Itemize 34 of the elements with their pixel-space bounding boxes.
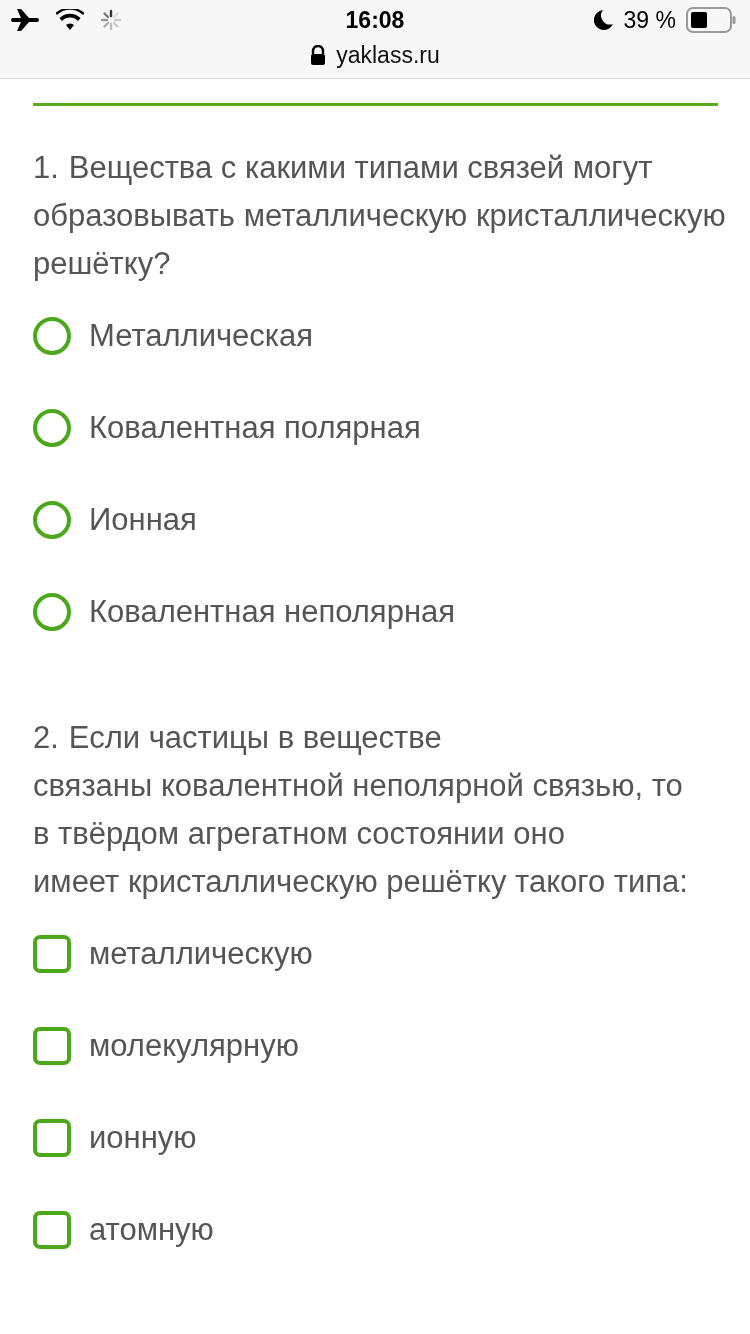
moon-icon (593, 9, 614, 31)
option-label[interactable]: Ковалентная полярная (89, 410, 421, 446)
question-text: имеет кристаллическую решётку такого типа: (33, 863, 688, 901)
question-text: образовывать металлическую кристаллическую (33, 197, 726, 235)
option-label[interactable]: Ионная (89, 502, 197, 538)
checkbox[interactable] (33, 1211, 71, 1249)
option-label[interactable]: молекулярную (89, 1028, 299, 1064)
status-time: 16:08 (344, 6, 406, 34)
url-text[interactable]: yaklass.ru (336, 41, 440, 69)
radio-button[interactable] (33, 409, 71, 447)
option-label[interactable]: металлическую (89, 936, 313, 972)
checkbox[interactable] (33, 935, 71, 973)
lock-icon (310, 45, 327, 65)
radio-button[interactable] (33, 501, 71, 539)
question-text: Вещества с какими типами связей могут (68, 149, 653, 187)
question-text: Если частицы в веществе (68, 719, 442, 757)
question-number: 1. (33, 149, 59, 187)
battery-percent: 39 % (623, 6, 676, 34)
option-label[interactable]: ионную (89, 1120, 197, 1156)
loading-spinner-icon (100, 9, 122, 31)
checkbox[interactable] (33, 1027, 71, 1065)
wifi-icon (56, 9, 84, 31)
question-text: в твёрдом агрегатном состоянии оно (33, 815, 565, 853)
battery-icon (686, 7, 736, 33)
question-text: связаны ковалентной неполярной связью, то (33, 767, 683, 805)
option-label[interactable]: Металлическая (89, 318, 314, 354)
radio-button[interactable] (33, 593, 71, 631)
question-number: 2. (33, 719, 59, 757)
question-text: решётку? (33, 245, 171, 283)
option-label[interactable]: Ковалентная неполярная (89, 594, 456, 630)
radio-button[interactable] (33, 317, 71, 355)
airplane-icon (10, 8, 40, 32)
option-label[interactable]: атомную (89, 1212, 214, 1248)
checkbox[interactable] (33, 1119, 71, 1157)
